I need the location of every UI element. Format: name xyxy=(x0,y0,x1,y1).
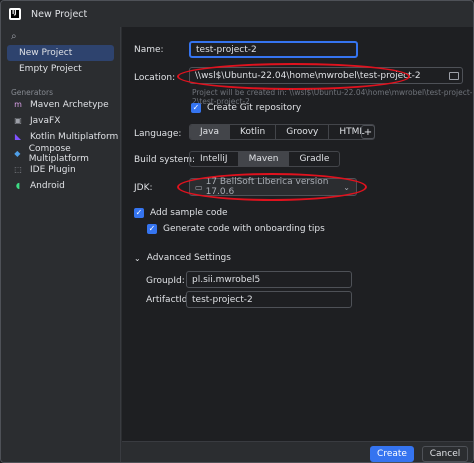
create-button[interactable]: Create xyxy=(370,446,414,462)
build-option-intellij[interactable]: IntelliJ xyxy=(190,152,239,166)
plus-icon: + xyxy=(363,126,373,138)
name-value: test-project-2 xyxy=(196,44,257,55)
language-option-java[interactable]: Java xyxy=(190,125,231,139)
annotation-ellipse xyxy=(177,63,410,90)
kotlin-icon: ◣ xyxy=(14,132,22,142)
sample-code-checkbox[interactable]: ✓ Add sample code xyxy=(134,208,228,218)
onboarding-checkbox[interactable]: ✓ Generate code with onboarding tips xyxy=(147,224,325,234)
sample-code-label: Add sample code xyxy=(150,208,228,218)
cancel-button[interactable]: Cancel xyxy=(422,446,468,462)
groupid-label: GroupId: xyxy=(146,276,185,286)
sidebar-item-new-project[interactable]: New Project xyxy=(7,45,114,61)
sidebar-item-label: IDE Plugin xyxy=(30,164,76,175)
onboarding-label: Generate code with onboarding tips xyxy=(163,224,325,234)
android-icon: ◖ xyxy=(15,181,21,191)
search-icon: ⌕ xyxy=(11,30,17,42)
sidebar-item-android[interactable]: ◖ Android xyxy=(1,178,120,194)
maven-m-icon: m xyxy=(14,100,22,110)
git-label: Create Git repository xyxy=(207,103,302,113)
advanced-settings-toggle[interactable]: ⌄ Advanced Settings xyxy=(134,253,231,263)
sidebar-item-javafx[interactable]: ▣ JavaFX xyxy=(1,113,120,129)
new-project-dialog: IJ New Project ⌕ New Project Empty Proje… xyxy=(0,0,474,463)
title-bar: IJ New Project xyxy=(1,1,473,27)
add-language-button[interactable]: + xyxy=(361,125,375,139)
groupid-value: pl.sii.mwrobel5 xyxy=(192,274,261,285)
artifactid-value: test-project-2 xyxy=(192,294,253,305)
sidebar-item-label: Compose Multiplatform xyxy=(28,143,89,164)
sidebar: ⌕ New Project Empty Project Generators m… xyxy=(1,27,121,462)
chevron-down-icon: ⌄ xyxy=(134,253,141,263)
annotation-ellipse-jdk xyxy=(177,173,367,201)
language-option-groovy[interactable]: Groovy xyxy=(276,125,330,139)
groupid-input[interactable]: pl.sii.mwrobel5 xyxy=(186,271,352,288)
generators-heading: Generators xyxy=(11,88,53,97)
generators-list: m Maven Archetype ▣ JavaFX ◣ Kotlin Multiplat… xyxy=(1,97,120,194)
dialog-footer: Create Cancel xyxy=(122,441,473,462)
checkmark-icon: ✓ xyxy=(191,103,201,113)
intellij-logo-icon: IJ xyxy=(9,8,21,20)
sidebar-item-compose-multiplatform[interactable]: ◆ Compose Multiplatform xyxy=(1,143,120,164)
sidebar-item-empty-project[interactable]: Empty Project xyxy=(1,61,120,77)
build-option-gradle[interactable]: Gradle xyxy=(289,152,339,166)
jdk-label: JDK: xyxy=(134,183,153,193)
build-system-label: Build system: xyxy=(134,155,196,165)
artifactid-label: ArtifactId: xyxy=(146,295,191,305)
window-title: New Project xyxy=(31,8,88,20)
build-option-maven[interactable]: Maven xyxy=(238,152,290,166)
sidebar-item-label: Maven Archetype xyxy=(30,100,109,111)
sidebar-item-label: Kotlin Multiplatform xyxy=(30,132,119,143)
name-input[interactable]: test-project-2 xyxy=(189,41,358,58)
git-checkbox[interactable]: ✓ Create Git repository xyxy=(191,103,301,113)
project-form: Name: test-project-2 Location: \\wsl$\Ub… xyxy=(122,27,473,462)
sidebar-item-ide-plugin[interactable]: ⬚ IDE Plugin xyxy=(1,162,120,178)
plugin-icon: ⬚ xyxy=(14,164,22,174)
sidebar-item-label: Android xyxy=(30,181,65,192)
sidebar-item-label: JavaFX xyxy=(30,116,61,127)
sidebar-item-maven-archetype[interactable]: m Maven Archetype xyxy=(1,97,120,113)
compose-icon: ◆ xyxy=(14,148,21,158)
javafx-icon: ▣ xyxy=(14,116,22,126)
checkmark-icon: ✓ xyxy=(134,208,144,218)
language-selector: Java Kotlin Groovy HTML xyxy=(189,124,376,140)
name-label: Name: xyxy=(134,45,164,55)
sidebar-search[interactable]: ⌕ xyxy=(1,27,120,45)
sidebar-item-label: Empty Project xyxy=(19,64,82,74)
advanced-settings-label: Advanced Settings xyxy=(146,253,231,263)
folder-icon[interactable] xyxy=(449,72,459,80)
sidebar-item-label: New Project xyxy=(19,48,73,58)
build-system-selector: IntelliJ Maven Gradle xyxy=(189,151,341,167)
artifactid-input[interactable]: test-project-2 xyxy=(186,291,352,308)
location-label: Location: xyxy=(134,73,176,83)
language-label: Language: xyxy=(134,129,182,139)
language-option-kotlin[interactable]: Kotlin xyxy=(230,125,277,139)
checkmark-icon: ✓ xyxy=(147,224,157,234)
